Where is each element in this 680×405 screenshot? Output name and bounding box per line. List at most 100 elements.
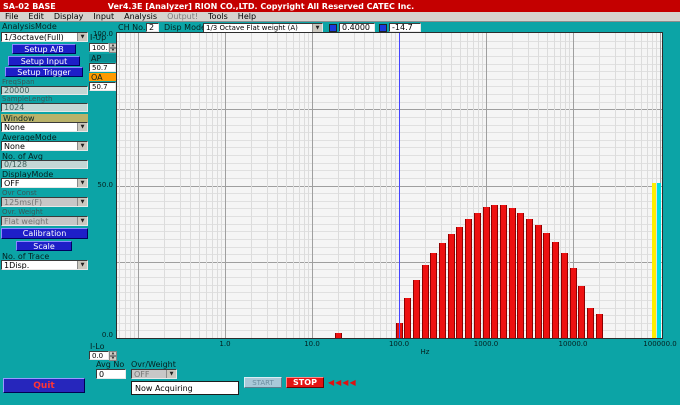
rewind-marks-icon: ◀◀◀◀ (328, 378, 357, 388)
spectrum-bar (413, 280, 420, 338)
y-tick-label: 100.0 (93, 31, 113, 38)
spectrum-bar (500, 205, 507, 338)
spectrum-bar (404, 298, 411, 338)
menu-bar: File Edit Display Input Analysis Output!… (0, 12, 680, 22)
y-tick-label: 0.0 (102, 332, 113, 339)
cursor-y-color-swatch (379, 24, 387, 32)
window-value: None (2, 123, 77, 131)
disp-mode-label: Disp Mode (164, 24, 206, 32)
spectrum-bar (465, 219, 472, 338)
start-button: START (244, 377, 282, 388)
avg-no-value: 0 (96, 369, 126, 379)
ovr-weight-bottom-select: OFF ▼ (131, 369, 177, 379)
x-tick-label: 10.0 (304, 341, 320, 348)
setup-trigger-button[interactable]: Setup Trigger (5, 67, 83, 77)
spectrum-bar (509, 208, 516, 338)
ovr-const-label: Ovr Const (2, 190, 37, 197)
spectrum-bar (517, 213, 524, 338)
ovr-weight-label: Ovr. Weight (2, 209, 43, 216)
display-mode-select[interactable]: OFF ▼ (1, 178, 88, 188)
spectrum-bar (543, 233, 550, 338)
menu-item-input[interactable]: Input (88, 12, 119, 21)
y-tick-label: 50.0 (97, 182, 113, 189)
spectrum-bar (578, 286, 585, 338)
overall-bar-ap (652, 183, 656, 338)
spectrum-bar (335, 333, 342, 338)
spectrum-bar (587, 308, 594, 339)
x-tick-label: 100.0 (389, 341, 409, 348)
x-tick-label: 1.0 (219, 341, 230, 348)
x-axis-labels: 1.010.0100.01000.010000.0100000.0Hz (117, 341, 662, 357)
spectrum-bar (596, 314, 603, 338)
overall-bar-oa (657, 183, 661, 338)
spectrum-bar (439, 243, 446, 338)
spectrum-bar (430, 253, 437, 338)
setup-ab-button[interactable]: Setup A/B (12, 44, 76, 54)
calibration-button[interactable]: Calibration (1, 228, 88, 239)
spectrum-bar (422, 265, 429, 338)
scale-lower-spinner[interactable]: ▲ ▼ (109, 351, 117, 360)
y-axis-labels: 100.0 50.0 0.0 (86, 33, 114, 338)
menu-item-analysis[interactable]: Analysis (119, 12, 162, 21)
ovr-weight-bottom-label: Ovr/Weight (131, 361, 176, 369)
display-mode-value: OFF (2, 179, 77, 187)
sample-length-value: 1024 (1, 103, 88, 112)
chevron-down-icon: ▼ (166, 370, 176, 378)
plot-area[interactable] (116, 32, 663, 339)
analysis-mode-select[interactable]: 1/3octave(Full) ▼ (1, 32, 88, 42)
x-tick-label: 10000.0 (559, 341, 588, 348)
spectrum-bar (526, 219, 533, 338)
spectrum-bar (570, 268, 577, 338)
spectrum-bar (552, 242, 559, 338)
ovr-weight-select: Flat weight ▼ (1, 216, 88, 226)
status-box: Now Acquiring (131, 381, 239, 395)
spectrum-bar (535, 225, 542, 338)
avg-no-label: Avg No (96, 361, 124, 369)
ovr-weight-value: Flat weight (2, 217, 77, 225)
ovr-const-value: 125ms(F) (2, 198, 77, 206)
no-of-trace-value: 1Disp. (2, 261, 77, 269)
spectrum-bar (448, 234, 455, 338)
setup-input-button[interactable]: Setup Input (8, 56, 80, 66)
chevron-down-icon: ▼ (312, 24, 322, 32)
spectrum-bar (561, 253, 568, 338)
menu-item-display[interactable]: Display (49, 12, 89, 21)
spectrum-bar (491, 205, 498, 338)
quit-button[interactable]: Quit (3, 378, 85, 393)
app-title: SA-02 BASE (3, 2, 56, 11)
analysis-mode-label: AnalysisMode (2, 23, 57, 31)
menu-item-help[interactable]: Help (233, 12, 261, 21)
disp-mode-value: 1/3 Octave Flat weight (A) (204, 24, 312, 32)
spectrum-bar (456, 227, 463, 338)
ovr-weight-bottom-value: OFF (132, 370, 166, 378)
average-mode-value: None (2, 142, 77, 150)
menu-item-edit[interactable]: Edit (23, 12, 49, 21)
analysis-mode-value: 1/3octave(Full) (2, 33, 77, 41)
window-select[interactable]: None ▼ (1, 122, 88, 132)
scale-lower-value[interactable]: 0.0 (89, 351, 109, 360)
window-label: Window (1, 114, 88, 122)
average-mode-select[interactable]: None ▼ (1, 141, 88, 151)
app-window: SA-02 BASE Ver4.3E [Analyzer] RION CO.,L… (0, 0, 680, 405)
sample-length-label: SampleLength (2, 96, 52, 103)
ch-no-value[interactable]: 2 (146, 23, 159, 32)
spectrum-bar (474, 213, 481, 338)
cursor-x-color-swatch (329, 24, 337, 32)
ch-no-label: CH No. (118, 24, 145, 32)
menu-item-file[interactable]: File (0, 12, 23, 21)
stop-button[interactable]: STOP (286, 377, 324, 388)
x-tick-label: 100000.0 (643, 341, 676, 348)
x-axis-unit: Hz (421, 349, 430, 356)
cursor-line[interactable] (399, 33, 400, 338)
scale-button[interactable]: Scale (16, 241, 72, 251)
cursor-x-readout: 0.4000 (339, 23, 375, 32)
freq-span-value: 20000 (1, 86, 88, 95)
no-of-avg-value: 0/128 (1, 160, 88, 169)
no-of-trace-select[interactable]: 1Disp. ▼ (1, 260, 88, 270)
title-info: Ver4.3E [Analyzer] RION CO.,LTD. Copyrig… (108, 2, 414, 11)
ovr-const-select: 125ms(F) ▼ (1, 197, 88, 207)
cursor-y-readout: -14.7 (389, 23, 421, 32)
status-text: Now Acquiring (135, 384, 193, 393)
menu-item-tools[interactable]: Tools (203, 12, 233, 21)
spectrum-bar (483, 207, 490, 338)
